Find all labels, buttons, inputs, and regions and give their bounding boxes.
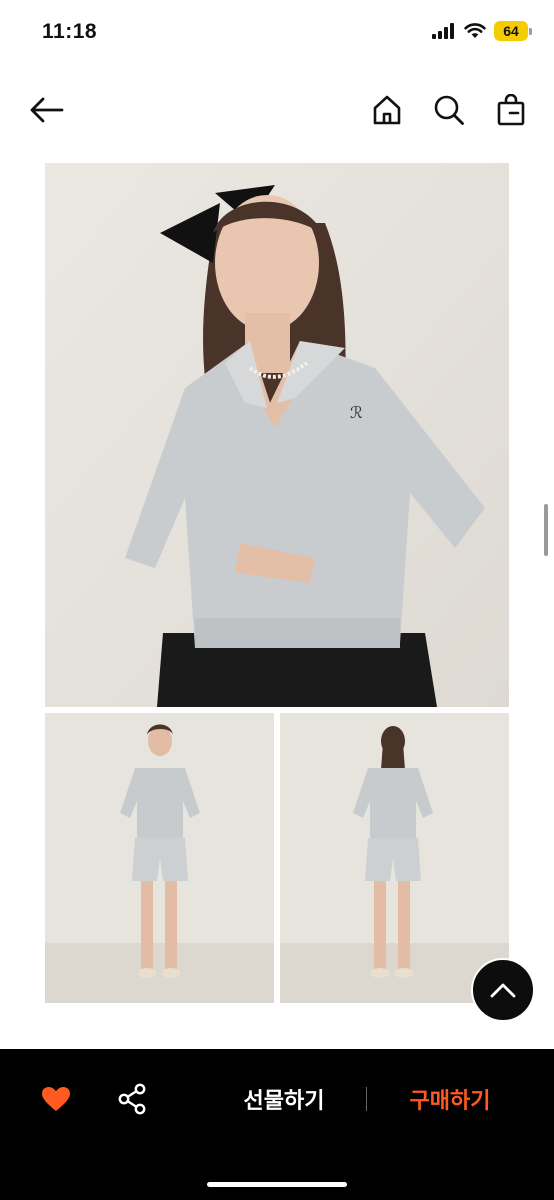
home-indicator <box>207 1182 347 1187</box>
home-button[interactable] <box>367 90 407 130</box>
search-button[interactable] <box>429 90 469 130</box>
home-icon <box>373 95 401 125</box>
share-button[interactable] <box>112 1079 152 1119</box>
back-button[interactable] <box>26 90 66 130</box>
svg-text:ℛ: ℛ <box>350 403 363 422</box>
battery-icon: 64 <box>494 21 532 41</box>
shopping-bag-icon <box>497 94 525 126</box>
product-photo-back[interactable] <box>280 713 509 1003</box>
buy-button[interactable]: 구매하기 <box>388 1081 512 1117</box>
battery-level: 64 <box>494 21 528 41</box>
signal-icon <box>432 23 454 39</box>
scrollbar[interactable] <box>544 504 548 556</box>
wifi-icon <box>464 23 486 38</box>
top-navigation <box>0 80 554 140</box>
search-icon <box>434 95 464 125</box>
product-photo-front[interactable] <box>45 713 274 1003</box>
status-time: 11:18 <box>42 20 98 43</box>
shopping-bag-button[interactable] <box>491 90 531 130</box>
chevron-up-icon <box>490 983 516 998</box>
product-photo-main[interactable]: ℛ <box>45 163 509 707</box>
bottom-action-bar: 선물하기 구매하기 <box>0 1049 554 1200</box>
scroll-to-top-button[interactable] <box>471 958 535 1022</box>
status-icons: 64 <box>432 21 532 41</box>
share-icon <box>118 1083 146 1115</box>
status-bar: 11:18 64 <box>0 0 554 64</box>
heart-icon <box>42 1087 70 1111</box>
gift-button[interactable]: 선물하기 <box>222 1081 346 1117</box>
divider <box>366 1087 367 1111</box>
like-button[interactable] <box>36 1079 76 1119</box>
back-arrow-icon <box>30 97 64 123</box>
